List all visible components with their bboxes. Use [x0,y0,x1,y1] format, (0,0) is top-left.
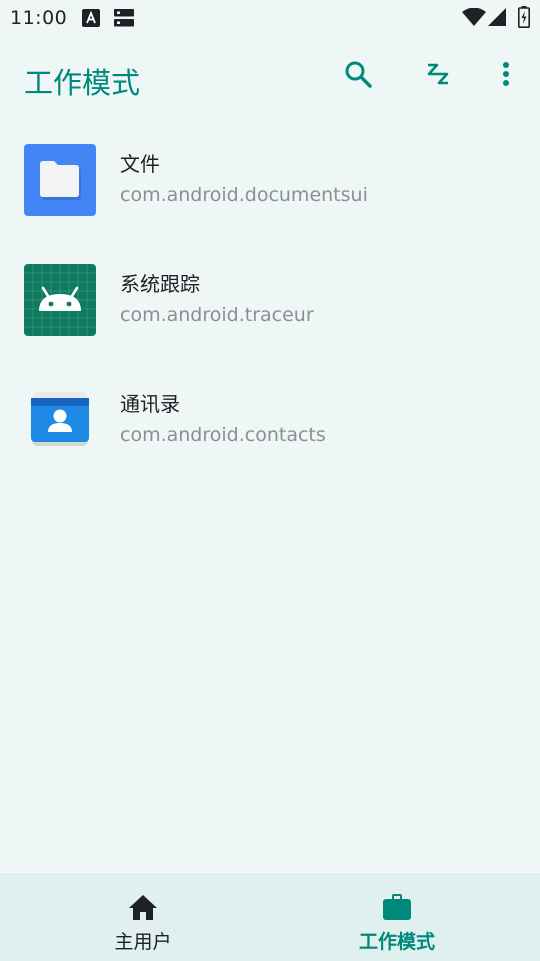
android-robot-icon [24,264,96,336]
search-button[interactable] [342,60,374,92]
status-time: 11:00 [10,7,68,29]
home-icon [127,891,159,923]
app-package: com.android.traceur [120,304,314,326]
status-bar: 11:00 [0,0,540,36]
app-name: 文件 [120,152,160,176]
app-list: 文件 com.android.documentsui 系统跟踪 com.andr… [0,130,540,490]
sleep-button[interactable] [422,60,454,92]
list-item-files[interactable]: 文件 com.android.documentsui [0,130,540,250]
search-icon [344,60,372,92]
app-toolbar: 工作模式 [0,36,540,120]
nav-label-work: 工作模式 [358,931,435,953]
more-vert-icon [502,61,510,91]
page-title: 工作模式 [24,66,141,100]
font-a-icon [82,9,100,31]
bottom-navigation: 主用户 工作模式 [0,874,540,961]
more-options-button[interactable] [490,60,522,92]
app-name: 系统跟踪 [120,272,200,296]
list-item-traceur[interactable]: 系统跟踪 com.android.traceur [0,250,540,370]
battery-charging-icon [518,6,530,32]
signal-icon [488,8,508,30]
app-name: 通讯录 [120,392,180,416]
nav-item-personal[interactable]: 主用户 [8,875,278,961]
nav-label-personal: 主用户 [114,931,172,953]
app-package: com.android.contacts [120,424,326,446]
app-package: com.android.documentsui [120,184,368,206]
contacts-icon [24,384,96,456]
sleep-zz-icon [426,62,450,90]
nav-item-work[interactable]: 工作模式 [262,875,532,961]
files-folder-icon [24,144,96,216]
list-item-contacts[interactable]: 通讯录 com.android.contacts [0,370,540,490]
wifi-icon [462,7,486,30]
work-briefcase-icon [381,891,413,923]
server-icon [114,9,134,31]
